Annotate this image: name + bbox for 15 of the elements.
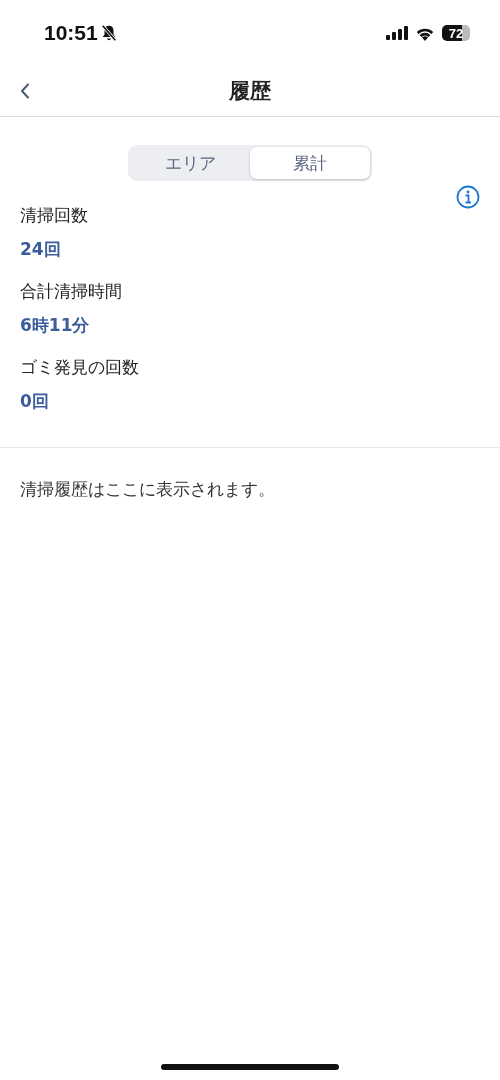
info-icon[interactable]: [456, 185, 480, 209]
stat-value: 6時11分: [20, 314, 91, 337]
segment-tab[interactable]: 累計: [250, 147, 370, 179]
screen-title: 履歴: [229, 78, 271, 105]
stat-label: ゴミ発見の回数: [20, 356, 140, 379]
stat-label: 清掃回数: [20, 204, 89, 227]
back-icon[interactable]: [20, 83, 30, 99]
status-time: 10:51: [44, 21, 98, 45]
stat-label: 合計清掃時間: [20, 280, 123, 303]
empty-message: 清掃履歴はここに表示されます。: [20, 479, 275, 499]
muted-bell-icon: [99, 24, 118, 42]
segment-tab[interactable]: エリア: [130, 147, 250, 179]
stat-value: 0回: [20, 390, 50, 413]
stat-value: 24回: [20, 238, 62, 261]
signal-icon: [386, 26, 408, 40]
